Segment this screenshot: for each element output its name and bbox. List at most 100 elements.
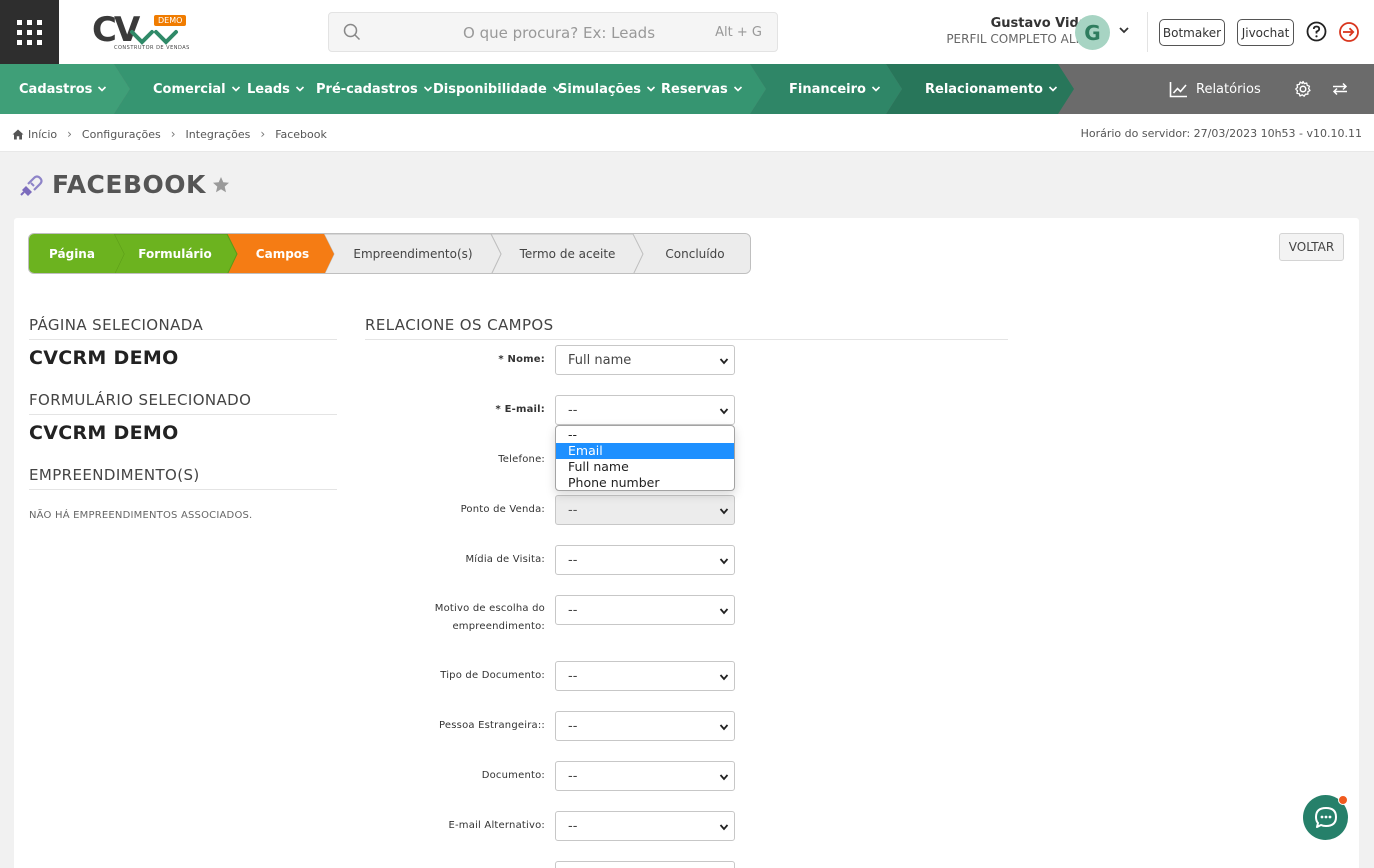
breadcrumb: Início › Configurações › Integrações › F… — [12, 127, 327, 141]
email-dropdown-list: -- Email Full name Phone number — [555, 425, 735, 491]
nav-disponibilidade[interactable]: Disponibilidade — [433, 64, 562, 114]
breadcrumb-integracoes[interactable]: Integrações — [186, 128, 251, 141]
chevron-down-icon — [719, 508, 729, 515]
chevron-down-icon — [646, 86, 656, 92]
nav-comercial[interactable]: Comercial — [153, 64, 241, 114]
jivochat-button[interactable]: Jivochat — [1237, 19, 1294, 46]
breadcrumb-separator: › — [170, 127, 176, 141]
botmaker-button[interactable]: Botmaker — [1159, 19, 1225, 46]
chevron-down-icon — [719, 358, 729, 365]
nav-leads-label: Leads — [247, 81, 290, 97]
user-info[interactable]: Gustavo Vidal PERFIL COMPLETO ALF... — [946, 16, 1092, 47]
search-input[interactable]: O que procura? Ex: Leads Alt + G — [328, 12, 778, 52]
email-option-phone-number[interactable]: Phone number — [556, 475, 734, 490]
field-midia-select[interactable]: -- — [555, 545, 735, 575]
nav-financeiro[interactable]: Financeiro — [789, 64, 881, 114]
step-empreendimentos[interactable]: Empreendimento(s) — [335, 234, 491, 273]
chevron-down-icon — [719, 608, 729, 615]
breadcrumb-inicio[interactable]: Início — [28, 128, 57, 141]
chevron-down-icon[interactable] — [1118, 24, 1130, 36]
cv-logo[interactable]: CV DEMO CONSTRUTOR DE VENDAS — [92, 12, 189, 54]
logo-subtitle: CONSTRUTOR DE VENDAS — [114, 45, 190, 51]
chevron-down-icon — [719, 724, 729, 731]
field-next-select[interactable] — [555, 861, 735, 868]
avatar[interactable]: G — [1075, 15, 1110, 50]
field-documento-label: Documento: — [481, 770, 545, 781]
nav-comercial-label: Comercial — [153, 81, 226, 97]
fields-heading: RELACIONE OS CAMPOS — [365, 316, 1008, 340]
chevron-down-icon — [1048, 86, 1058, 92]
field-nome-select[interactable]: Full name — [555, 345, 735, 375]
chevron-down-icon — [733, 86, 742, 92]
chevron-down-icon — [719, 674, 729, 681]
page-title: FACEBOOK — [52, 170, 206, 199]
star-icon[interactable] — [212, 176, 230, 194]
help-icon[interactable] — [1306, 21, 1327, 42]
breadcrumb-bar: Início › Configurações › Integrações › F… — [0, 114, 1374, 152]
field-nome-text: Nome: — [507, 354, 545, 365]
field-ponto-venda-select[interactable]: -- — [555, 495, 735, 525]
selection-summary: PÁGINA SELECIONADA CVCRM DEMO FORMULÁRIO… — [29, 316, 337, 521]
field-email-label: * E-mail: — [365, 401, 545, 419]
breadcrumb-configuracoes[interactable]: Configurações — [82, 128, 161, 141]
nav-reservas[interactable]: Reservas — [661, 64, 743, 114]
settings-button[interactable] — [1294, 64, 1312, 114]
field-motivo-select[interactable]: -- — [555, 595, 735, 625]
field-telefone-label: Telefone: — [498, 454, 545, 465]
field-estrangeira-select[interactable]: -- — [555, 711, 735, 741]
swap-arrows-icon — [1332, 82, 1348, 96]
field-email-alt-select[interactable]: -- — [555, 811, 735, 841]
chevron-down-icon — [231, 86, 240, 92]
chat-notification-dot — [1338, 795, 1348, 805]
server-time: Horário do servidor: 27/03/2023 10h53 - … — [1080, 127, 1362, 140]
chevron-down-icon — [295, 86, 304, 92]
chevron-down-icon — [719, 774, 729, 781]
field-tipo-doc-select[interactable]: -- — [555, 661, 735, 691]
field-nome-value: Full name — [568, 352, 632, 368]
step-formulario[interactable]: Formulário — [125, 234, 225, 273]
email-option-full-name[interactable]: Full name — [556, 459, 734, 475]
nav-simulacoes[interactable]: Simulações — [558, 64, 656, 114]
field-motivo-label: Motivo de escolha do empreendimento: — [365, 600, 545, 636]
selected-form-value: CVCRM DEMO — [29, 422, 179, 444]
nav-relacionamento-label: Relacionamento — [925, 81, 1043, 97]
nav-relacionamento[interactable]: Relacionamento — [925, 64, 1058, 114]
chevron-down-icon — [871, 86, 881, 92]
step-concluido[interactable]: Concluído — [644, 234, 746, 273]
email-option-email[interactable]: Email — [556, 443, 734, 459]
email-option-empty[interactable]: -- — [556, 427, 734, 443]
field-email-value: -- — [568, 402, 578, 418]
apps-menu-button[interactable] — [0, 0, 59, 64]
field-ponto-venda-label: Ponto de Venda: — [460, 504, 545, 515]
logout-icon[interactable] — [1338, 21, 1360, 43]
step-pagina[interactable]: Página — [29, 234, 115, 273]
search-icon — [343, 23, 361, 41]
field-estrangeira-value: -- — [568, 718, 578, 734]
breadcrumb-facebook: Facebook — [275, 127, 327, 141]
nav-leads[interactable]: Leads — [247, 64, 305, 114]
nav-pre-cadastros-label: Pré-cadastros — [316, 81, 418, 97]
search-shortcut: Alt + G — [715, 25, 762, 40]
field-documento-select[interactable]: -- — [555, 761, 735, 791]
field-documento-value: -- — [568, 768, 578, 784]
field-motivo-label-line2: empreendimento: — [452, 621, 545, 632]
step-termo-de-aceite[interactable]: Termo de aceite — [502, 234, 633, 273]
field-email-select[interactable]: -- — [555, 395, 735, 425]
nav-relatorios-label: Relatórios — [1196, 81, 1261, 97]
switch-button[interactable] — [1332, 64, 1348, 114]
developments-note: NÃO HÁ EMPREENDIMENTOS ASSOCIADOS. — [29, 510, 253, 521]
top-header: CV DEMO CONSTRUTOR DE VENDAS O que procu… — [0, 0, 1374, 64]
back-button[interactable]: VOLTAR — [1279, 233, 1344, 261]
chevron-down-icon — [423, 86, 432, 92]
page-header: FACEBOOK — [18, 170, 230, 199]
nav-reservas-label: Reservas — [661, 81, 728, 97]
nav-relatorios[interactable]: Relatórios — [1169, 64, 1261, 114]
chevron-down-icon — [719, 408, 729, 415]
field-email-alt-label: E-mail Alternativo: — [448, 820, 545, 831]
gear-icon — [1295, 80, 1311, 97]
nav-cadastros[interactable]: Cadastros — [19, 64, 107, 114]
field-nome-label: * Nome: — [365, 351, 545, 369]
field-motivo-label-line1: Motivo de escolha do — [434, 603, 545, 614]
step-campos[interactable]: Campos — [235, 234, 330, 273]
nav-pre-cadastros[interactable]: Pré-cadastros — [316, 64, 433, 114]
